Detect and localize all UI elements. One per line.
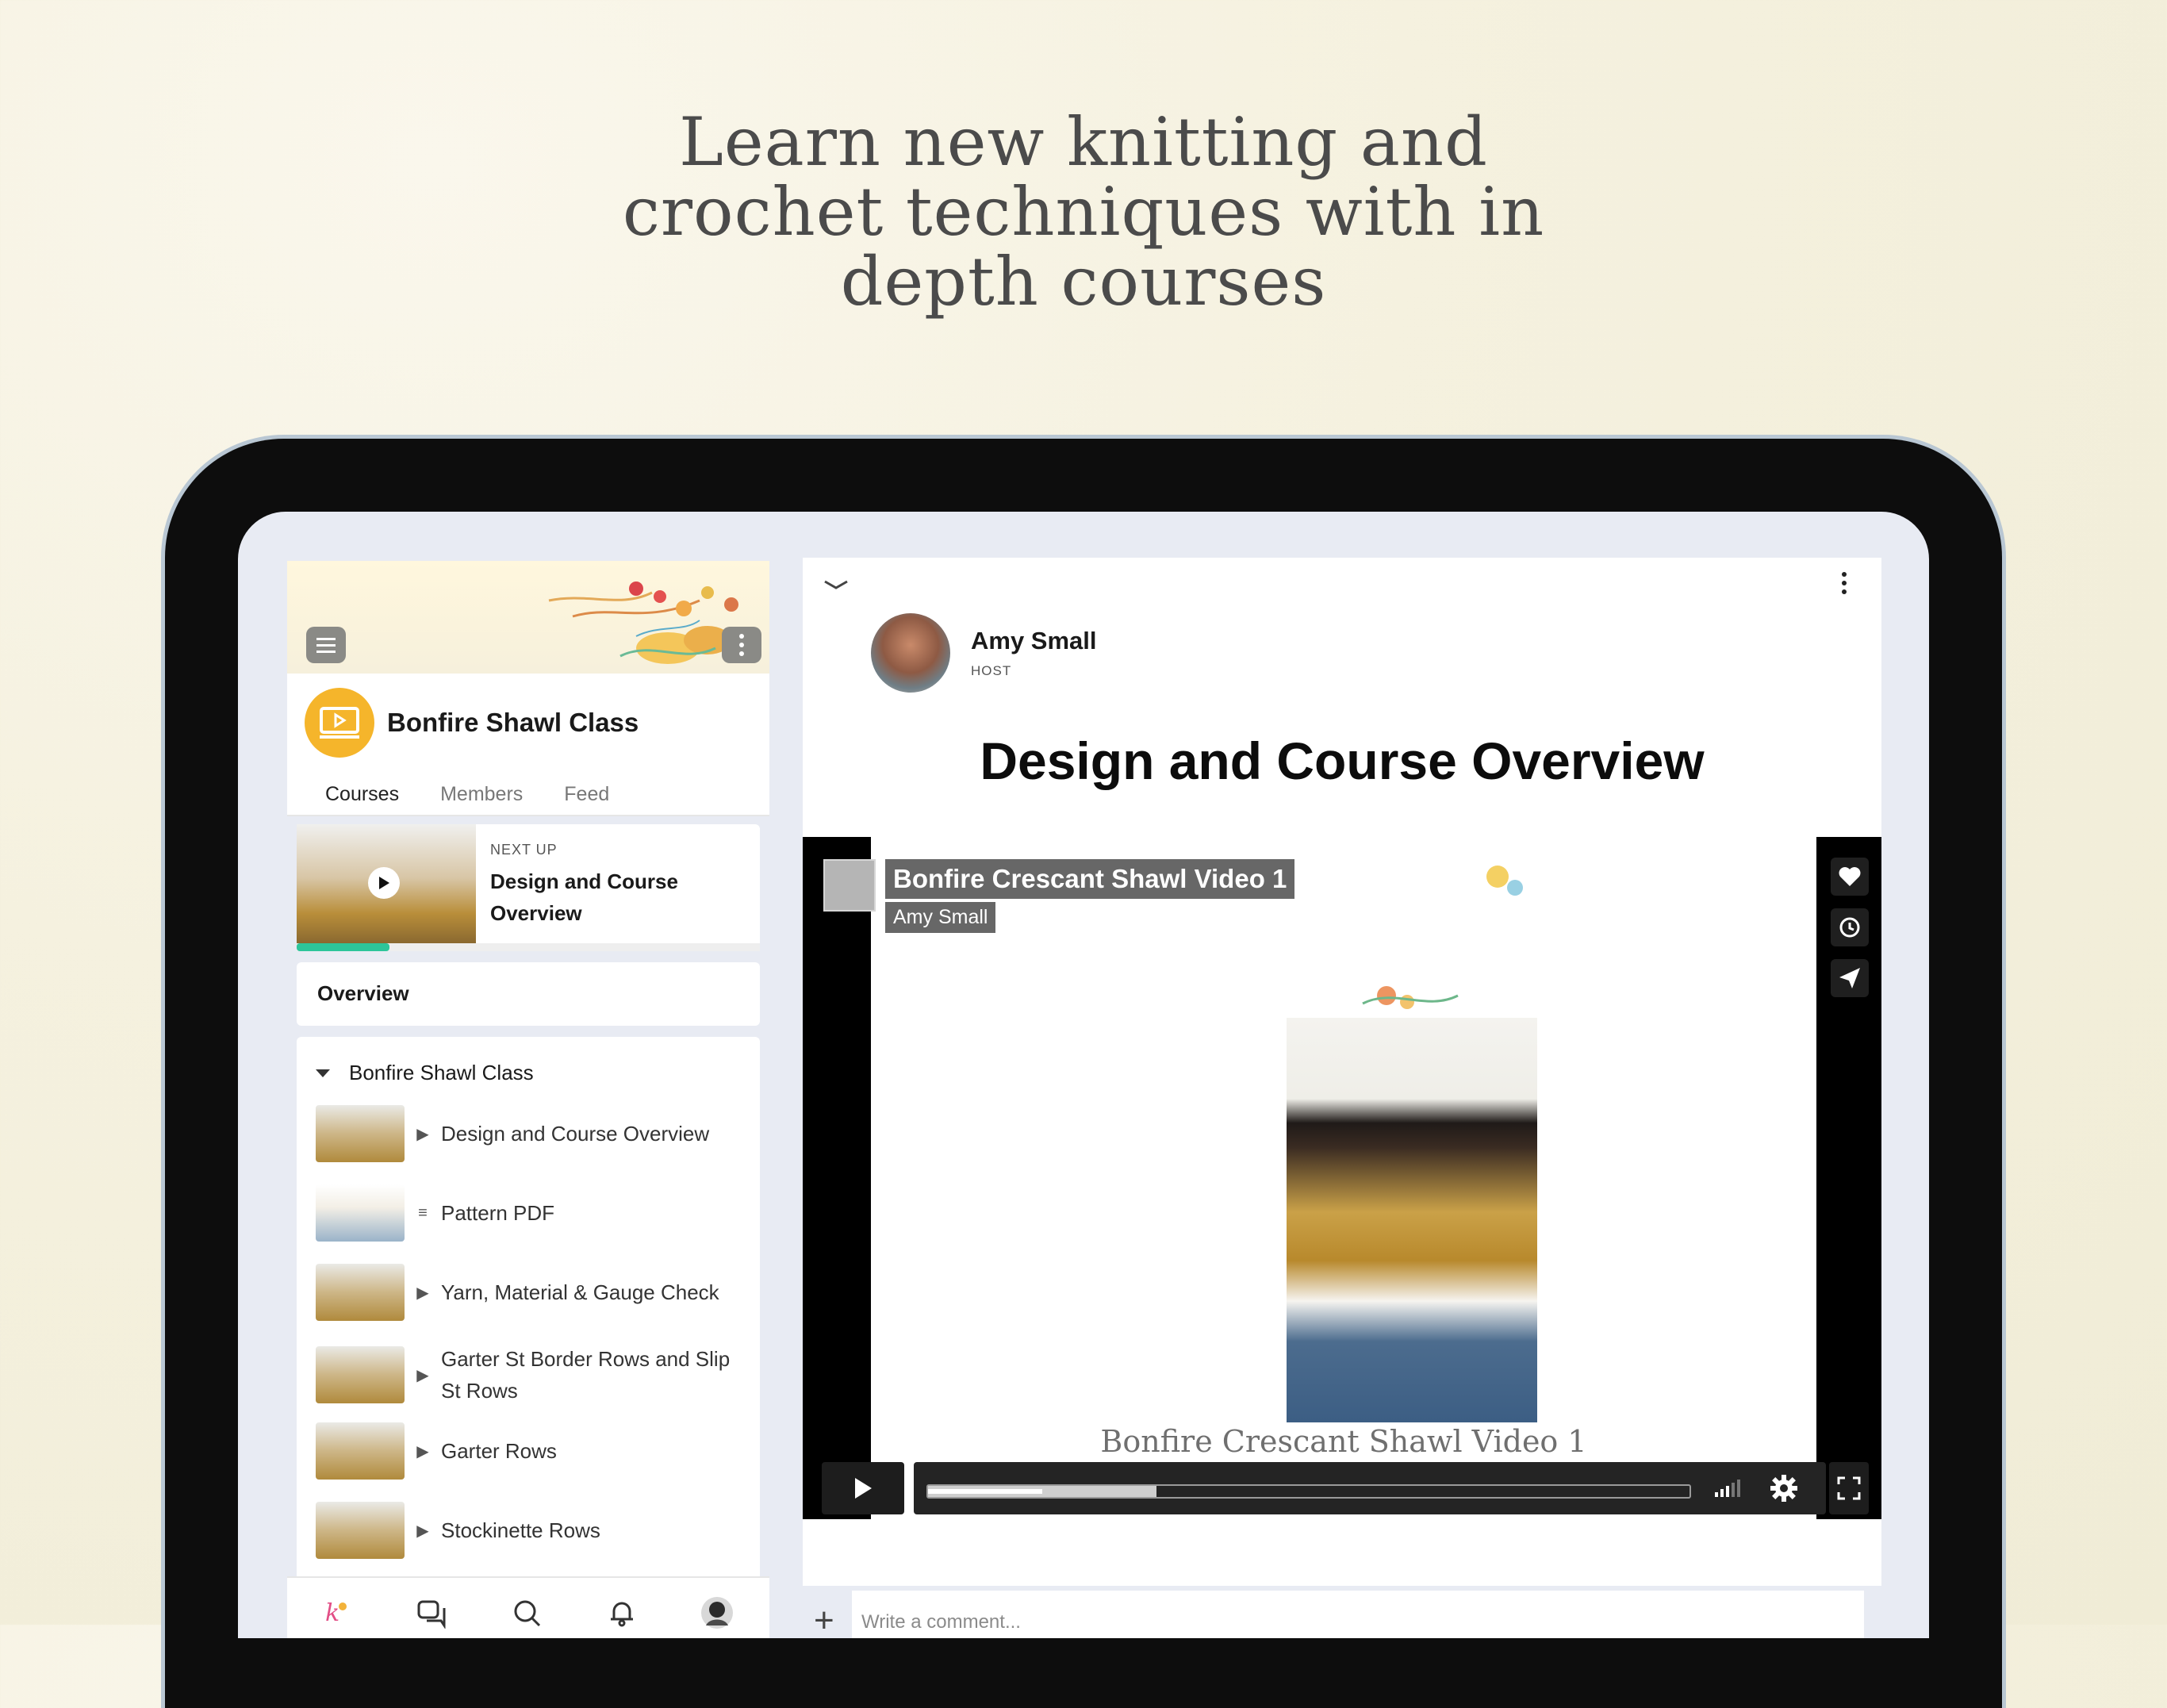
lesson-item[interactable]: ▶ Yarn, Material & Gauge Check <box>316 1264 742 1321</box>
play-icon <box>368 867 400 899</box>
overview-card[interactable]: Overview <box>297 962 760 1026</box>
lesson-item[interactable]: ▶ Design and Course Overview <box>316 1105 742 1162</box>
courses-content: NEXT UP Design and Course Overview Overv… <box>287 816 769 1638</box>
next-up-card[interactable]: NEXT UP Design and Course Overview <box>297 824 760 951</box>
settings-gear-icon[interactable] <box>1769 1473 1799 1507</box>
knit-collage-logo <box>1331 853 1537 1011</box>
post-title: Design and Course Overview <box>980 731 1705 790</box>
class-title: Bonfire Shawl Class <box>387 708 639 737</box>
host-avatar[interactable] <box>871 613 950 693</box>
video-controls <box>822 1462 1869 1516</box>
hamburger-icon <box>316 643 336 647</box>
lesson-item[interactable]: ≡ Pattern PDF <box>316 1184 742 1242</box>
menu-button[interactable] <box>306 627 346 663</box>
lesson-thumbnail <box>316 1105 405 1162</box>
play-triangle-icon: ▶ <box>416 1366 429 1384</box>
bottom-navigation: k <box>287 1576 769 1638</box>
course-sidebar: Bonfire Shawl Class Courses Members Feed… <box>287 561 769 1638</box>
headline-line-2: crochet techniques with in <box>622 173 1545 251</box>
search-icon[interactable] <box>508 1594 546 1632</box>
floral-banner-illustration <box>548 581 738 664</box>
lesson-thumbnail <box>316 1184 405 1242</box>
host-role: HOST <box>971 663 1012 678</box>
course-progress-bar <box>297 943 760 951</box>
lesson-thumbnail <box>316 1264 405 1321</box>
play-triangle-icon: ▶ <box>416 1125 429 1143</box>
video-author[interactable]: Amy Small <box>885 902 996 933</box>
lesson-title: Stockinette Rows <box>441 1518 600 1542</box>
profile-avatar[interactable] <box>698 1594 736 1632</box>
play-triangle-icon: ▶ <box>416 1284 429 1302</box>
caret-down-icon <box>316 1069 330 1077</box>
chat-icon[interactable] <box>412 1594 451 1632</box>
headline-line-3: depth courses <box>840 243 1327 320</box>
next-up-title: Design and Course Overview <box>490 869 678 925</box>
video-frame: Bonfire Crescant Shawl Video 1 <box>871 837 1816 1519</box>
home-logo-icon[interactable]: k <box>317 1594 355 1632</box>
class-header: Bonfire Shawl Class <box>305 688 639 758</box>
lesson-title: Garter St Border Rows and Slip St Rows <box>441 1347 731 1403</box>
lesson-thumbnail <box>316 1346 405 1403</box>
post-panel: Amy Small HOST Design and Course Overvie… <box>803 558 1881 1638</box>
lesson-title: Design and Course Overview <box>441 1122 710 1146</box>
lesson-title: Garter Rows <box>441 1439 557 1463</box>
next-up-thumbnail <box>297 824 476 943</box>
video-title-overlay: Bonfire Crescant Shawl Video 1 Amy Small <box>823 859 1295 933</box>
lesson-title: Yarn, Material & Gauge Check <box>441 1280 719 1304</box>
video-scrubber[interactable] <box>926 1484 1691 1499</box>
video-player[interactable]: Bonfire Crescant Shawl Video 1 Bonfire C… <box>803 837 1881 1519</box>
add-attachment-icon[interactable]: + <box>814 1603 834 1638</box>
video-course-icon <box>305 688 374 758</box>
banner-more-button[interactable] <box>722 627 761 663</box>
lesson-item[interactable]: ▶ Garter Rows <box>316 1422 742 1480</box>
next-up-label: NEXT UP <box>490 842 558 858</box>
lesson-title: Pattern PDF <box>441 1201 555 1225</box>
video-caption: Bonfire Crescant Shawl Video 1 <box>1100 1424 1587 1459</box>
lesson-thumbnail <box>316 1502 405 1559</box>
like-heart-icon[interactable] <box>1831 858 1869 896</box>
control-bar <box>914 1462 1826 1514</box>
svg-text:k: k <box>325 1599 339 1627</box>
tablet-screen: Bonfire Shawl Class Courses Members Feed… <box>238 512 1929 1638</box>
host-info: Amy Small HOST <box>871 613 1097 693</box>
video-author-avatar <box>823 859 876 912</box>
host-name[interactable]: Amy Small <box>971 627 1097 655</box>
class-banner <box>287 561 769 674</box>
comment-bar: + <box>803 1586 1881 1638</box>
comment-input[interactable] <box>852 1591 1864 1638</box>
collapse-chevron-icon[interactable] <box>822 577 850 597</box>
headline: Learn new knitting and crochet technique… <box>0 107 2167 317</box>
section-header[interactable]: Bonfire Shawl Class <box>316 1061 534 1085</box>
video-thumbnail-photo <box>1287 1018 1537 1422</box>
bell-icon[interactable] <box>603 1594 641 1632</box>
more-options-button[interactable] <box>1842 572 1847 594</box>
headline-line-1: Learn new knitting and <box>679 103 1488 181</box>
document-lines-icon: ≡ <box>418 1203 428 1222</box>
overview-label: Overview <box>317 981 409 1005</box>
video-side-actions <box>1816 837 1881 1519</box>
lesson-item[interactable]: ▶ Garter St Border Rows and Slip St Rows <box>316 1343 742 1407</box>
lesson-list: Bonfire Shawl Class ▶ Design and Course … <box>297 1037 760 1638</box>
section-title: Bonfire Shawl Class <box>349 1061 534 1084</box>
play-button[interactable] <box>822 1462 904 1514</box>
play-triangle-icon: ▶ <box>416 1442 429 1460</box>
share-send-icon[interactable] <box>1831 959 1869 997</box>
play-triangle-icon: ▶ <box>416 1522 429 1540</box>
played-range <box>928 1489 1042 1494</box>
fullscreen-icon[interactable] <box>1829 1462 1869 1514</box>
volume-icon[interactable] <box>1715 1480 1740 1497</box>
lesson-thumbnail <box>316 1422 405 1480</box>
lesson-item[interactable]: ▶ Stockinette Rows <box>316 1502 742 1559</box>
video-title[interactable]: Bonfire Crescant Shawl Video 1 <box>885 859 1295 899</box>
watch-later-clock-icon[interactable] <box>1831 908 1869 946</box>
